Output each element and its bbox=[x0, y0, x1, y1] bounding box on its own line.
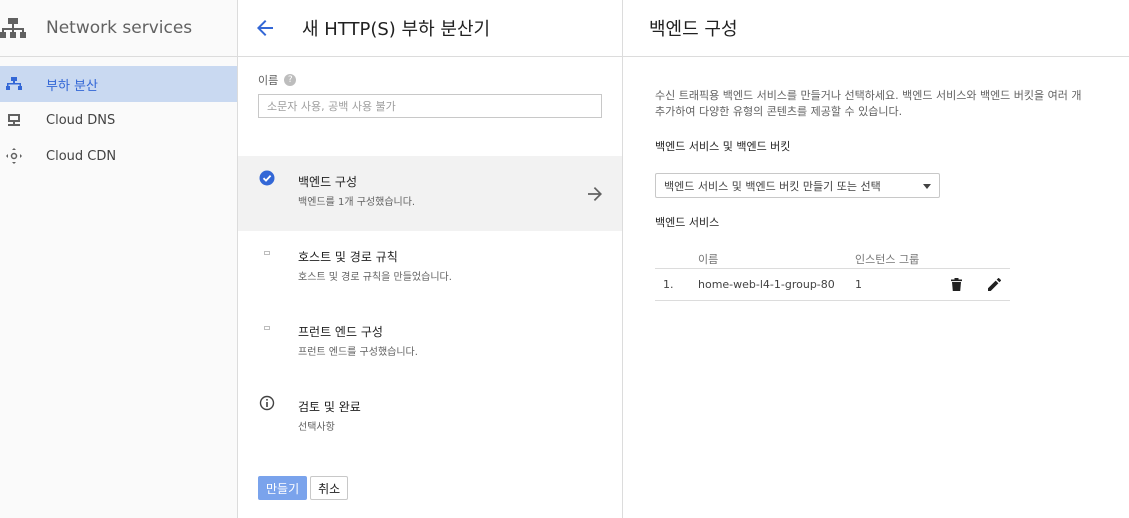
chevron-down-icon bbox=[923, 184, 931, 189]
step-review-finalize[interactable]: 검토 및 완료 선택사항 bbox=[238, 381, 622, 456]
step-host-path-rules[interactable]: 호스트 및 경로 규칙 호스트 및 경로 규칙을 만들었습니다. bbox=[238, 231, 622, 306]
backend-service-name: home-web-l4-1-group-80 bbox=[698, 278, 835, 291]
instance-group-count: 1 bbox=[855, 278, 862, 291]
panel-title: 백엔드 구성 bbox=[623, 0, 1129, 57]
nav-item-load-balancing[interactable]: 부하 분산 bbox=[0, 66, 237, 102]
network-services-icon bbox=[0, 15, 26, 41]
arrow-right-icon bbox=[588, 186, 602, 205]
panel-description: 수신 트래픽용 백엔드 서비스를 만들거나 선택하세요. 백엔드 서비스와 백엔… bbox=[655, 89, 1082, 118]
nav-list: 부하 분산 Cloud DNS Cloud CDN bbox=[0, 57, 237, 174]
nav-item-label: 부하 분산 bbox=[46, 78, 98, 94]
step-subtitle: 백엔드를 1개 구성했습니다. bbox=[298, 197, 416, 208]
step-title: 프런트 엔드 구성 bbox=[298, 325, 383, 339]
step-title: 검토 및 완료 bbox=[298, 400, 361, 414]
backend-services-label: 백엔드 서비스 bbox=[655, 216, 720, 229]
edit-pencil-icon[interactable] bbox=[988, 277, 1002, 294]
page-title: 새 HTTP(S) 부하 분산기 bbox=[302, 19, 491, 40]
name-input[interactable] bbox=[258, 94, 602, 118]
backend-select-dropdown[interactable]: 백엔드 서비스 및 백엔드 버킷 만들기 또는 선택 bbox=[655, 173, 940, 198]
dns-icon bbox=[0, 113, 28, 127]
form-actions: 만들기 취소 bbox=[258, 476, 349, 500]
table-row: 1. home-web-l4-1-group-80 1 bbox=[655, 269, 1010, 301]
wizard-header: 새 HTTP(S) 부하 분산기 bbox=[238, 0, 622, 57]
nav-item-cloud-dns[interactable]: Cloud DNS bbox=[0, 102, 237, 138]
select-value: 백엔드 서비스 및 백엔드 버킷 만들기 또는 선택 bbox=[664, 179, 881, 193]
nav-item-cloud-cdn[interactable]: Cloud CDN bbox=[0, 138, 237, 174]
load-balancing-icon bbox=[0, 77, 28, 91]
step-frontend-config[interactable]: 프런트 엔드 구성 프런트 엔드를 구성했습니다. bbox=[238, 306, 622, 381]
pending-dot-icon bbox=[259, 320, 275, 336]
step-subtitle: 프런트 엔드를 구성했습니다. bbox=[298, 347, 418, 358]
name-label: 이름 bbox=[258, 74, 279, 87]
row-index: 1. bbox=[663, 278, 674, 291]
nav-header: Network services bbox=[0, 0, 237, 57]
name-label-row: 이름 ? bbox=[258, 72, 602, 88]
back-arrow-icon[interactable] bbox=[256, 19, 282, 37]
product-title: Network services bbox=[46, 18, 193, 38]
nav-item-label: Cloud CDN bbox=[46, 148, 117, 164]
step-subtitle: 선택사항 bbox=[298, 422, 335, 433]
cdn-icon bbox=[0, 148, 28, 164]
info-icon bbox=[259, 395, 275, 411]
backend-config-panel: 백엔드 구성 수신 트래픽용 백엔드 서비스를 만들거나 선택하세요. 백엔드 … bbox=[623, 0, 1129, 518]
step-backend-config[interactable]: 백엔드 구성 백엔드를 1개 구성했습니다. bbox=[238, 156, 622, 231]
step-title: 백엔드 구성 bbox=[298, 175, 358, 189]
nav-item-label: Cloud DNS bbox=[46, 112, 116, 128]
step-subtitle: 호스트 및 경로 규칙을 만들었습니다. bbox=[298, 272, 452, 283]
left-nav: Network services 부하 분산 Cloud DNS Cloud C… bbox=[0, 0, 238, 518]
column-header-name: 이름 bbox=[698, 253, 719, 266]
backend-services-table: 이름 인스턴스 그룹 1. home-web-l4-1-group-80 1 bbox=[655, 248, 1010, 301]
check-circle-icon bbox=[259, 170, 275, 186]
services-buckets-label: 백엔드 서비스 및 백엔드 버킷 bbox=[655, 140, 791, 153]
wizard-panel: 새 HTTP(S) 부하 분산기 이름 ? 백엔드 구성 백엔드를 1개 구성했… bbox=[238, 0, 623, 518]
column-header-instance-groups: 인스턴스 그룹 bbox=[855, 253, 920, 266]
delete-icon[interactable] bbox=[951, 278, 962, 294]
pending-dot-icon bbox=[259, 245, 275, 261]
step-title: 호스트 및 경로 규칙 bbox=[298, 250, 398, 264]
cancel-button[interactable]: 취소 bbox=[310, 476, 349, 500]
create-button[interactable]: 만들기 bbox=[258, 476, 308, 500]
table-header: 이름 인스턴스 그룹 bbox=[655, 248, 1010, 269]
help-icon[interactable]: ? bbox=[284, 74, 297, 86]
name-field-group: 이름 ? bbox=[258, 72, 602, 118]
